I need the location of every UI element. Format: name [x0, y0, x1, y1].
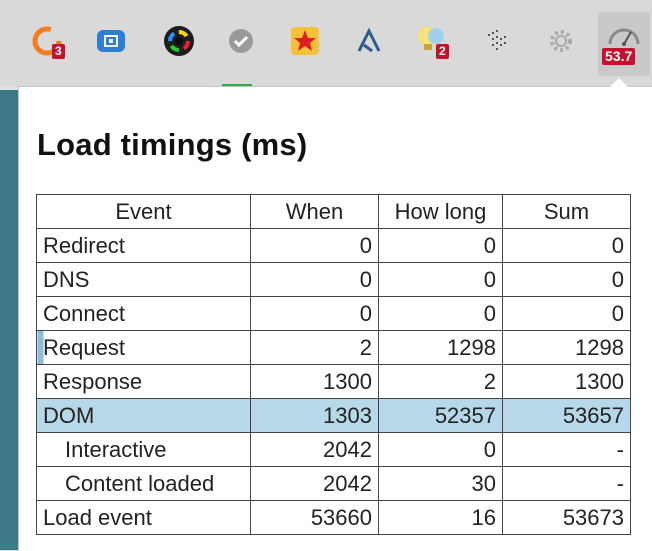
event-cell: DNS — [36, 262, 251, 297]
strip-cap — [0, 86, 18, 90]
when-cell: 53660 — [250, 500, 379, 535]
how-long-cell: 0 — [378, 228, 503, 263]
path-icon[interactable] — [350, 22, 388, 60]
how-long-cell: 30 — [378, 466, 503, 501]
event-cell: DOM — [36, 398, 251, 433]
when-cell: 0 — [250, 296, 379, 331]
event-cell: Connect — [36, 296, 251, 331]
event-cell: Redirect — [36, 228, 251, 263]
sum-cell: - — [502, 432, 631, 467]
browser-toolbar: 3 2 53.7 — [0, 0, 652, 90]
dots-grid-icon[interactable] — [478, 22, 516, 60]
header-sum: Sum — [502, 194, 631, 229]
how-long-cell: 0 — [378, 432, 503, 467]
sum-cell: 0 — [502, 262, 631, 297]
sum-cell: 1300 — [502, 364, 631, 399]
sum-cell: 1298 — [502, 330, 631, 365]
table-row: Response 1300 2 1300 — [36, 364, 631, 399]
how-long-cell: 0 — [378, 262, 503, 297]
sum-cell: 0 — [502, 228, 631, 263]
speedometer-button[interactable]: 53.7 — [598, 12, 650, 76]
lightbulb-badge: 2 — [436, 44, 449, 59]
when-cell: 1303 — [250, 398, 379, 433]
gear-icon[interactable] — [542, 22, 580, 60]
table-row: Connect 0 0 0 — [36, 296, 631, 331]
event-cell: Response — [36, 364, 251, 399]
color-wheel-icon[interactable] — [160, 22, 198, 60]
sum-cell: - — [502, 466, 631, 501]
checkmark-icon[interactable] — [222, 22, 260, 90]
table-row: Load event 53660 16 53673 — [36, 500, 631, 535]
how-long-cell: 1298 — [378, 330, 503, 365]
how-long-cell: 52357 — [378, 398, 503, 433]
when-cell: 0 — [250, 262, 379, 297]
load-timings-popup: Load timings (ms) Event When How long Su… — [18, 86, 652, 551]
table-row: Request 2 1298 1298 — [36, 330, 631, 365]
table-row: DNS 0 0 0 — [36, 262, 631, 297]
when-cell: 2042 — [250, 432, 379, 467]
lightbulb-icon[interactable]: 2 — [412, 22, 450, 60]
timings-table: Event When How long Sum Redirect 0 0 0 D… — [36, 194, 631, 535]
table-row: Interactive 2042 0 - — [36, 432, 631, 467]
when-cell: 0 — [250, 228, 379, 263]
event-cell: Interactive — [36, 432, 251, 467]
header-event: Event — [36, 194, 251, 229]
speedometer-badge: 53.7 — [602, 48, 636, 65]
page-background-strip — [0, 86, 18, 550]
sync-badge: 3 — [52, 44, 65, 59]
header-when: When — [250, 194, 379, 229]
header-how-long: How long — [378, 194, 503, 229]
when-cell: 1300 — [250, 364, 379, 399]
how-long-cell: 0 — [378, 296, 503, 331]
how-long-cell: 2 — [378, 364, 503, 399]
sum-cell: 53673 — [502, 500, 631, 535]
when-cell: 2 — [250, 330, 379, 365]
table-row-highlighted: DOM 1303 52357 53657 — [36, 398, 631, 433]
table-row: Redirect 0 0 0 — [36, 228, 631, 263]
popup-caret — [610, 78, 628, 87]
table-row: Content loaded 2042 30 - — [36, 466, 631, 501]
how-long-cell: 16 — [378, 500, 503, 535]
sum-cell: 0 — [502, 296, 631, 331]
star-icon[interactable] — [286, 22, 324, 60]
speedometer-icon — [608, 28, 640, 46]
sync-icon[interactable]: 3 — [28, 22, 66, 60]
event-cell: Content loaded — [36, 466, 251, 501]
event-cell: Load event — [36, 500, 251, 535]
sum-cell: 53657 — [502, 398, 631, 433]
table-header-row: Event When How long Sum — [36, 194, 631, 229]
popup-title: Load timings (ms) — [37, 127, 308, 162]
event-cell: Request — [36, 330, 251, 365]
when-cell: 2042 — [250, 466, 379, 501]
screen-share-icon[interactable] — [92, 22, 130, 60]
